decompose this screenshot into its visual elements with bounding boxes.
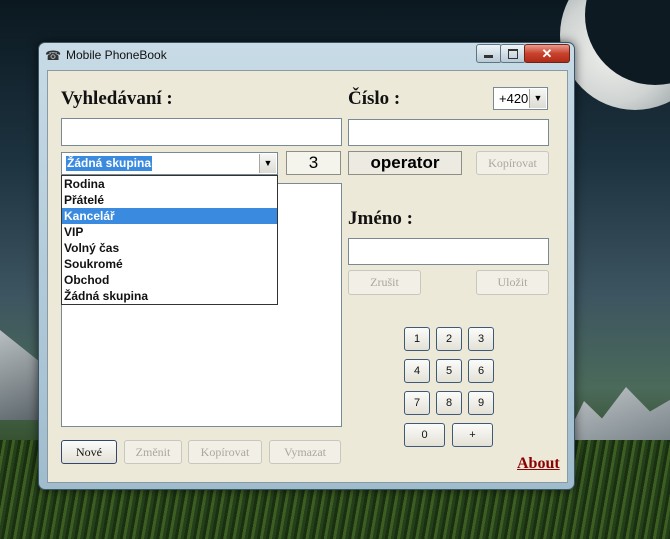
keypad-button-1[interactable]: 1 [404,327,430,351]
copy-button[interactable]: Kopírovat [188,440,262,464]
search-label: Vyhledávaní : [61,88,173,109]
window-title: Mobile PhoneBook [66,48,167,62]
keypad-button-2[interactable]: 2 [436,327,462,351]
group-option[interactable]: Žádná skupina [62,288,277,304]
name-input[interactable] [348,238,549,265]
minimize-icon [484,55,493,58]
keypad-button-9[interactable]: 9 [468,391,494,415]
country-prefix-select[interactable]: +420 ▼ [493,87,548,110]
keypad-button-plus[interactable]: + [452,423,493,447]
chevron-down-icon[interactable]: ▼ [529,89,546,108]
delete-button[interactable]: Vymazat [269,440,341,464]
number-input[interactable] [348,119,549,146]
group-option-highlighted[interactable]: Kancelář [62,208,277,224]
chevron-down-icon[interactable]: ▼ [259,154,276,173]
phonebook-app-icon: ☎ [45,48,62,63]
keypad-button-6[interactable]: 6 [468,359,494,383]
close-button[interactable]: ✕ [524,44,570,63]
group-option[interactable]: Soukromé [62,256,277,272]
keypad-button-3[interactable]: 3 [468,327,494,351]
number-label: Číslo : [348,88,401,109]
client-area: Vyhledávaní : Žádná skupina ▼ 3 Rodina P… [47,70,568,483]
group-option[interactable]: Obchod [62,272,277,288]
copy-number-button[interactable]: Kopírovat [476,151,549,175]
keypad-button-0[interactable]: 0 [404,423,445,447]
group-option[interactable]: Volný čas [62,240,277,256]
keypad-button-5[interactable]: 5 [436,359,462,383]
about-link[interactable]: About [517,455,560,473]
group-select-value: Žádná skupina [66,156,153,171]
save-button[interactable]: Uložit [476,270,549,295]
maximize-icon [508,49,518,59]
maximize-button[interactable] [500,44,526,63]
keypad-button-4[interactable]: 4 [404,359,430,383]
new-button[interactable]: Nové [61,440,117,464]
country-prefix-value: +420 [499,91,529,106]
group-dropdown-list[interactable]: Rodina Přátelé Kancelář VIP Volný čas So… [61,175,278,305]
group-option[interactable]: Rodina [62,176,277,192]
app-window: ☎ Mobile PhoneBook ✕ Vyhledávaní : Žádná… [38,42,575,490]
group-option[interactable]: Přátelé [62,192,277,208]
group-count: 3 [286,151,341,175]
group-option[interactable]: VIP [62,224,277,240]
group-select[interactable]: Žádná skupina ▼ [61,152,278,175]
keypad-button-7[interactable]: 7 [404,391,430,415]
change-button[interactable]: Změnit [124,440,182,464]
cancel-button[interactable]: Zrušit [348,270,421,295]
keypad-button-8[interactable]: 8 [436,391,462,415]
search-input[interactable] [61,118,342,146]
close-icon: ✕ [541,46,553,61]
title-bar[interactable]: ☎ Mobile PhoneBook ✕ [39,43,574,67]
name-label: Jméno : [348,208,413,229]
operator-display: operator [348,151,462,175]
minimize-button[interactable] [476,44,502,63]
